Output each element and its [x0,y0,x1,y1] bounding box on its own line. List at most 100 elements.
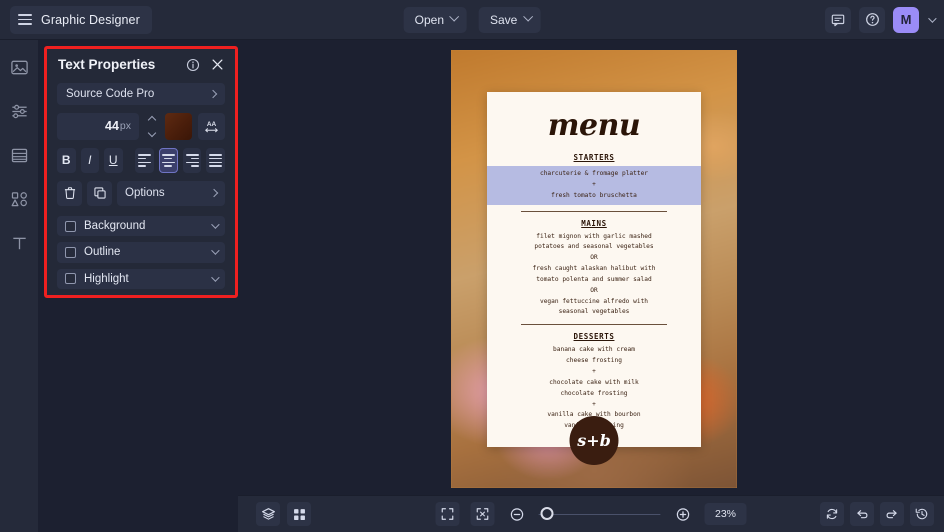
save-button[interactable]: Save [479,6,541,33]
text-icon[interactable] [6,230,32,256]
outline-checkbox[interactable] [65,246,76,258]
shrink-icon[interactable] [470,502,495,526]
align-left-icon [138,154,152,167]
top-center-actions: Open Save [403,6,541,33]
italic-button[interactable]: I [80,147,99,173]
avatar[interactable]: M [893,6,919,33]
underline-label: U [108,153,118,168]
starters-line-1: charcuterie & fromage platter [539,170,649,177]
chevron-right-icon [208,89,218,99]
trash-icon[interactable] [57,180,82,206]
duplicate-icon[interactable] [87,180,112,206]
zoom-out-icon[interactable] [506,503,528,525]
stepper-up-icon[interactable] [147,115,157,125]
align-center-button[interactable] [158,147,178,173]
help-icon[interactable] [859,6,885,33]
layout-icon[interactable] [6,142,32,168]
starters-line-2: + [592,180,596,188]
svg-text:AA: AA [207,121,217,128]
zoom-slider[interactable] [538,507,661,521]
mains-items[interactable]: filet mignon with garlic mashed potatoes… [487,232,701,319]
mains-line-5: tomato polenta and summer salad [536,275,652,283]
bottom-left-tools [256,502,311,526]
fit-screen-icon[interactable] [435,502,460,526]
options-button[interactable]: Options [117,180,225,206]
desserts-line-3: + [592,367,596,375]
font-family-selector[interactable]: Source Code Pro [57,83,225,105]
grid-icon[interactable] [287,502,311,526]
hamburger-icon[interactable] [18,14,32,25]
mains-line-2: potatoes and seasonal vegetables [534,243,654,251]
section-outline[interactable]: Outline [57,242,225,263]
stepper-down-icon[interactable] [147,128,157,138]
panel-header: Text Properties [57,57,225,72]
mains-section[interactable]: MAINS filet mignon with garlic mashed po… [487,219,701,326]
divider [521,324,667,326]
bold-button[interactable]: B [57,147,76,173]
underline-button[interactable]: U [104,147,123,173]
left-rail [0,40,38,532]
menu-card[interactable]: menu STARTERS charcuterie & fromage plat… [487,92,701,465]
adjustments-icon[interactable] [6,98,32,124]
chevron-right-icon [209,189,219,198]
chevron-down-icon[interactable] [211,246,220,256]
zoom-slider-handle[interactable] [540,507,554,520]
mains-heading: MAINS [581,218,607,228]
chevron-down-icon[interactable] [211,220,220,229]
open-button[interactable]: Open [403,6,467,33]
logo-badge[interactable]: s+b [569,416,619,465]
zoom-in-icon[interactable] [672,503,694,525]
app-title: Graphic Designer [41,12,140,27]
format-divider [128,148,131,173]
font-size-stepper[interactable] [145,113,159,140]
artboard[interactable]: menu STARTERS charcuterie & fromage plat… [451,50,737,488]
mains-line-1: filet mignon with garlic mashed [536,232,652,240]
app-brand[interactable]: Graphic Designer [10,5,152,34]
redo-icon[interactable] [880,502,904,526]
top-right-actions: M [825,6,937,33]
bottom-bar: 23% [238,495,944,532]
align-left-button[interactable] [135,147,154,173]
starters-line-3: fresh tomato bruschetta [551,191,637,199]
image-icon[interactable] [6,54,32,80]
comment-icon[interactable] [825,6,851,33]
section-highlight[interactable]: Highlight [57,268,225,289]
chevron-down-icon[interactable] [928,13,937,23]
mains-line-7: vegan fettuccine alfredo with [539,297,649,305]
info-icon[interactable] [186,58,200,72]
desserts-line-4: chocolate cake with milk [549,378,639,386]
highlight-label: Highlight [84,272,129,285]
refresh-icon[interactable] [820,502,844,526]
mains-line-8: seasonal vegetables [558,308,630,316]
starters-items[interactable]: charcuterie & fromage platter + fresh to… [487,166,701,205]
desserts-line-1: banana cake with cream [553,346,635,354]
chevron-down-icon [522,11,533,22]
options-label: Options [125,187,165,200]
highlight-checkbox[interactable] [65,273,76,285]
font-size-value: 44 [105,119,119,134]
section-background[interactable]: Background [57,215,225,237]
letter-spacing-icon[interactable]: AA [198,112,225,140]
zoom-level-value[interactable]: 23% [704,503,747,525]
shapes-icon[interactable] [6,186,32,212]
layers-icon[interactable] [256,502,280,526]
font-size-input[interactable]: 44 px [57,112,139,140]
history-icon[interactable] [910,502,934,526]
desserts-heading: DESSERTS [573,332,615,342]
undo-icon[interactable] [850,502,874,526]
menu-title[interactable]: menu [487,108,701,143]
align-right-button[interactable] [182,147,202,173]
canvas-area[interactable]: menu STARTERS charcuterie & fromage plat… [238,40,944,495]
background-checkbox[interactable] [65,220,76,232]
mains-line-4: fresh caught alaskan halibut with [532,265,656,273]
align-justify-button[interactable] [206,147,225,173]
chevron-down-icon[interactable] [211,273,220,282]
divider [521,210,667,212]
starters-section[interactable]: STARTERS charcuterie & fromage platter +… [487,153,701,212]
app-root: Graphic Designer Open Save M Text Proper… [0,0,944,532]
text-color-swatch[interactable] [165,112,192,140]
save-button-label: Save [490,12,518,27]
bottom-right-tools [820,502,934,526]
top-bar: Graphic Designer Open Save M [0,0,944,40]
close-icon[interactable] [211,58,224,71]
